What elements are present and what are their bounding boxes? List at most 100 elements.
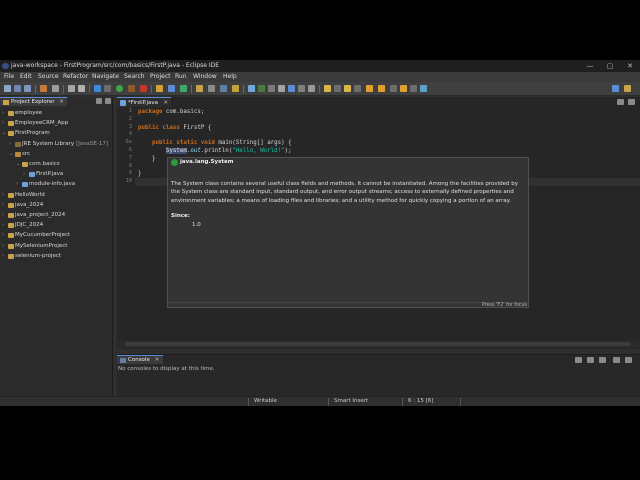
back-history-icon[interactable]: [378, 85, 385, 92]
menu-window[interactable]: Window: [193, 72, 217, 82]
horizontal-scrollbar[interactable]: [117, 340, 640, 348]
menu-navigate[interactable]: Navigate: [92, 72, 119, 82]
chevron-right-icon[interactable]: ›: [2, 108, 7, 118]
minimize-view-icon[interactable]: [617, 99, 624, 105]
new-icon[interactable]: [4, 85, 11, 92]
main-toolbar: [0, 82, 640, 96]
profile-icon[interactable]: [140, 85, 147, 92]
chevron-down-icon[interactable]: ⌄: [16, 159, 21, 169]
console-tab-label: Console: [128, 357, 150, 363]
pen-icon[interactable]: [232, 85, 239, 92]
tab-firstp-java[interactable]: *FirstP.java ✕: [117, 97, 171, 107]
show-whitespace-icon[interactable]: [278, 85, 285, 92]
previous-annotation-icon[interactable]: [344, 85, 351, 92]
close-icon[interactable]: ✕: [59, 99, 64, 105]
menu-search[interactable]: Search: [124, 72, 145, 82]
tree-item-text: employee: [15, 110, 43, 116]
view-menu-icon[interactable]: [96, 98, 102, 104]
back-arrow-icon[interactable]: [366, 85, 373, 92]
chevron-right-icon[interactable]: ›: [16, 179, 21, 189]
dropdown-icon[interactable]: [390, 85, 397, 92]
chevron-right-icon[interactable]: ›: [2, 230, 7, 240]
open-console-icon[interactable]: [420, 85, 427, 92]
chevron-right-icon[interactable]: ›: [2, 220, 7, 230]
menu-edit[interactable]: Edit: [20, 72, 32, 82]
search-icon[interactable]: [220, 85, 227, 92]
chevron-right-icon[interactable]: ›: [2, 210, 7, 220]
toggle-mark-icon[interactable]: [248, 85, 255, 92]
status-cursor-position: 6 : 15 [6]: [408, 398, 434, 404]
dropdown-icon[interactable]: [104, 85, 111, 92]
menu-project[interactable]: Project: [150, 72, 171, 82]
dropdown-icon[interactable]: [334, 85, 341, 92]
new-class-icon[interactable]: [180, 85, 187, 92]
build-icon[interactable]: [68, 85, 75, 92]
close-icon[interactable]: ✕: [163, 98, 168, 108]
eclipse-window: java-workspace - FirstProgram/src/com/ba…: [0, 60, 640, 406]
tab-project-explorer[interactable]: Project Explorer ✕: [0, 97, 67, 106]
open-type-icon[interactable]: [196, 85, 203, 92]
search-global-icon[interactable]: [612, 85, 619, 92]
scrollbar-thumb[interactable]: [125, 342, 630, 346]
menu-file[interactable]: File: [4, 72, 14, 82]
save-all-icon[interactable]: [24, 85, 31, 92]
chevron-right-icon[interactable]: ›: [2, 251, 7, 261]
menu-source[interactable]: Source: [38, 72, 59, 82]
pin-console-icon[interactable]: [587, 357, 594, 363]
project-icon: [8, 213, 14, 218]
toggle-whitespace-icon[interactable]: [258, 85, 265, 92]
javadoc-hover-popup[interactable]: java.lang.System The System class contai…: [167, 157, 529, 308]
dropdown-icon[interactable]: [354, 85, 361, 92]
coverage-icon[interactable]: [128, 85, 135, 92]
chevron-right-icon[interactable]: ›: [2, 118, 7, 128]
tree-item-text: FirstP.java: [36, 171, 64, 178]
status-insert-mode: Smart Insert: [334, 398, 369, 404]
line-number-gutter: 1 2 3 4 5⊖ 6 7 8 9 10: [117, 108, 135, 338]
menu-refactor[interactable]: Refactor: [63, 72, 88, 82]
perspective-icon[interactable]: [624, 85, 631, 92]
menu-help[interactable]: Help: [223, 72, 237, 82]
minimize-view-icon[interactable]: [105, 98, 111, 104]
chevron-down-icon[interactable]: ⌄: [9, 149, 14, 159]
word-wrap-icon[interactable]: [288, 85, 295, 92]
hover-since-label: Since:: [171, 213, 190, 219]
new-java-project-icon[interactable]: [156, 85, 163, 92]
dropdown-icon[interactable]: [410, 85, 417, 92]
open-task-icon[interactable]: [208, 85, 215, 92]
minimize-button[interactable]: —: [580, 60, 600, 72]
chevron-right-icon[interactable]: ›: [9, 139, 14, 149]
maximize-view-icon[interactable]: [628, 99, 635, 105]
project-icon: [8, 131, 14, 137]
tools-icon[interactable]: [78, 85, 85, 92]
debug-icon[interactable]: [94, 85, 101, 92]
run-icon[interactable]: [116, 85, 123, 92]
forward-arrow-icon[interactable]: [400, 85, 407, 92]
code-line: package com.basics;: [138, 109, 205, 115]
chevron-right-icon[interactable]: ›: [2, 190, 7, 200]
project-icon: [8, 233, 14, 239]
open-console-icon[interactable]: [575, 357, 582, 363]
new-package-icon[interactable]: [168, 85, 175, 92]
skip-breakpoints-icon[interactable]: [52, 85, 59, 92]
next-annotation-icon[interactable]: [324, 85, 331, 92]
tab-console[interactable]: Console ✕: [117, 355, 164, 364]
project-icon: [8, 192, 14, 198]
maximize-button[interactable]: ▢: [600, 60, 620, 72]
terminal-icon[interactable]: [40, 85, 47, 92]
chevron-right-icon[interactable]: ›: [2, 241, 7, 251]
menu-run[interactable]: Run: [175, 72, 187, 82]
block-selection-icon[interactable]: [268, 85, 275, 92]
chevron-right-icon[interactable]: ›: [2, 200, 7, 210]
line-number: 7: [128, 154, 132, 161]
chevron-right-icon[interactable]: ›: [23, 169, 28, 179]
status-bar: Writable Smart Insert 6 : 15 [6]: [0, 396, 640, 406]
chevron-down-icon[interactable]: ⌄: [2, 128, 7, 138]
pin-editor-icon[interactable]: [308, 85, 315, 92]
minimize-view-icon[interactable]: [613, 357, 620, 363]
display-console-icon[interactable]: [599, 357, 606, 363]
close-window-button[interactable]: ✕: [620, 60, 640, 72]
close-icon[interactable]: ✕: [155, 357, 160, 363]
format-icon[interactable]: [298, 85, 305, 92]
save-icon[interactable]: [14, 85, 21, 92]
maximize-view-icon[interactable]: [625, 357, 632, 363]
